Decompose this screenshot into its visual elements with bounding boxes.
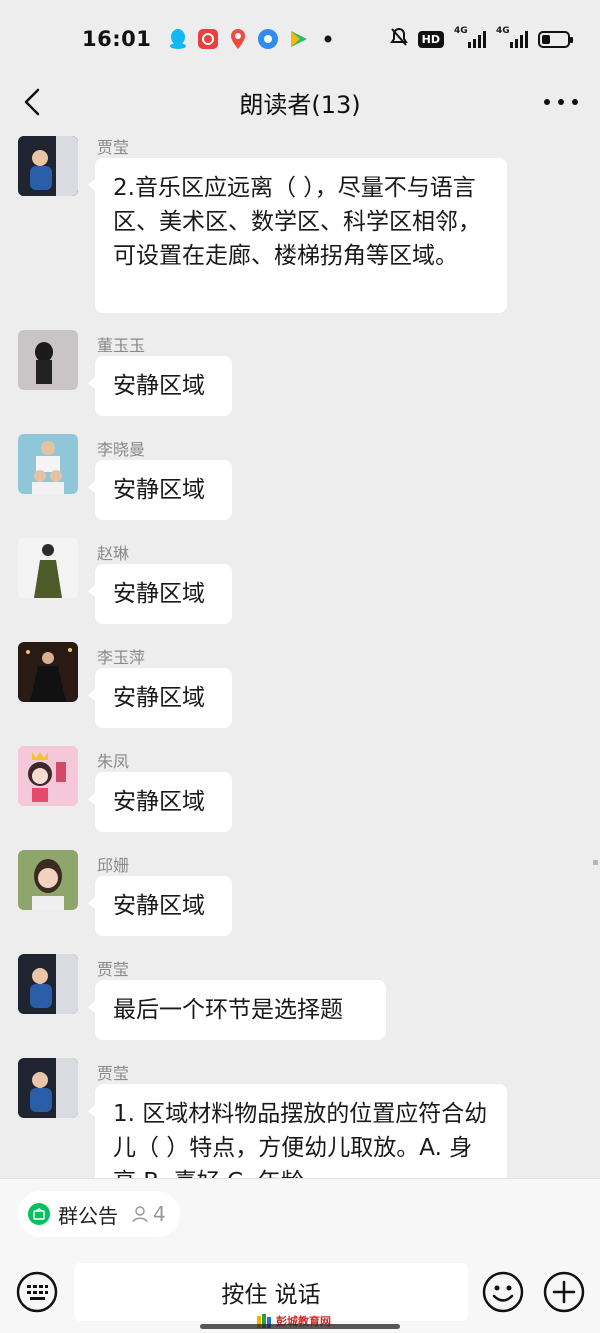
message-bubble[interactable]: 安静区域 (88, 356, 232, 416)
sender-name: 赵琳 (97, 544, 130, 563)
battery-icon (538, 30, 573, 48)
map-pin-icon (227, 28, 249, 50)
avatar[interactable] (18, 330, 78, 390)
avatar[interactable] (18, 434, 78, 494)
chat-title: 朗读者(13) (239, 90, 361, 119)
signal-icon: 4G (454, 26, 486, 48)
avatar[interactable] (18, 642, 78, 702)
home-indicator (200, 1324, 400, 1329)
app-red-icon (197, 28, 219, 50)
message-list[interactable]: 贾莹 2.音乐区应远离（ ），尽量不与语言区、美术区、数学区、科学区相邻，可设置… (0, 126, 600, 1178)
message-bubble[interactable]: 安静区域 (88, 772, 232, 832)
back-icon[interactable] (18, 86, 50, 118)
more-icon[interactable] (544, 92, 578, 112)
announcement-bar: 群公告 4 (0, 1178, 600, 1250)
sender-name: 董玉玉 (97, 336, 146, 355)
avatar[interactable] (18, 954, 78, 1014)
signal-icon-2: 4G (496, 26, 528, 48)
notification-icons (167, 28, 339, 50)
sender-name: 李晓曼 (97, 440, 146, 459)
mute-bell-icon (389, 27, 408, 51)
avatar[interactable] (18, 538, 78, 598)
video-icon (287, 28, 309, 50)
announcement-icon (28, 1203, 50, 1225)
status-time: 16:01 (82, 27, 152, 51)
sender-name: 邱姗 (97, 856, 130, 875)
avatar[interactable] (18, 746, 78, 806)
announcement-label: 群公告 (58, 1203, 118, 1228)
message-bubble[interactable]: 安静区域 (88, 564, 232, 624)
message-bubble[interactable]: 安静区域 (88, 668, 232, 728)
avatar[interactable] (18, 1058, 78, 1118)
message-bubble[interactable]: 安静区域 (88, 876, 232, 936)
scroll-indicator (593, 860, 598, 865)
status-bar: 16:01 HD 4G 4G (0, 0, 600, 78)
plus-icon[interactable] (543, 1271, 585, 1313)
sender-name: 李玉萍 (97, 648, 146, 667)
browser-icon (257, 28, 279, 50)
keyboard-icon[interactable] (16, 1271, 58, 1313)
dot-indicator-icon (317, 28, 339, 50)
hd-badge: HD (417, 30, 444, 48)
message-bubble[interactable]: 1. 区域材料物品摆放的位置应符合幼儿（ ）特点，方便幼儿取放。A. 身高 B.… (88, 1084, 507, 1178)
emoji-icon[interactable] (482, 1271, 524, 1313)
member-count: 4 (130, 1202, 166, 1226)
status-right: HD 4G 4G (389, 26, 573, 51)
avatar[interactable] (18, 850, 78, 910)
sender-name: 贾莹 (97, 138, 130, 157)
sender-name: 朱凤 (97, 752, 130, 771)
nav-bar: 朗读者(13) (0, 78, 600, 126)
sender-name: 贾莹 (97, 960, 130, 979)
message-bubble[interactable]: 最后一个环节是选择题 (88, 980, 386, 1040)
message-bubble[interactable]: 2.音乐区应远离（ ），尽量不与语言区、美术区、数学区、科学区相邻，可设置在走廊… (88, 158, 507, 313)
group-announcement-button[interactable]: 群公告 4 (18, 1191, 180, 1237)
avatar[interactable] (18, 136, 78, 196)
message-bubble[interactable]: 安静区域 (88, 460, 232, 520)
sender-name: 贾莹 (97, 1064, 130, 1083)
qq-icon (167, 28, 189, 50)
person-icon (132, 1206, 148, 1223)
